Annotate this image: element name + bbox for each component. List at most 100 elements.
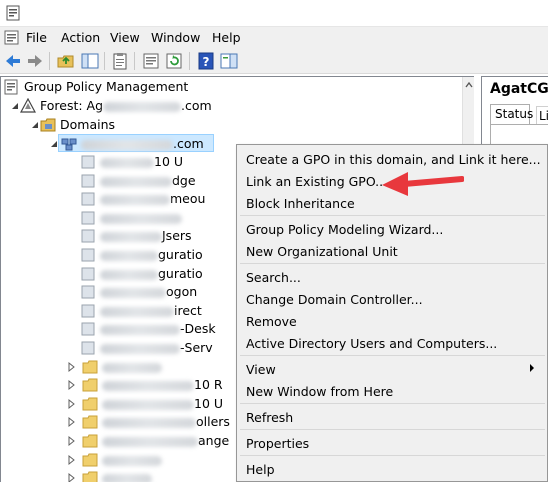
tree-item-label: dge — [172, 173, 196, 188]
tree-item-ou[interactable]: 10 U — [66, 395, 223, 413]
back-arrow-icon[interactable] — [3, 51, 23, 71]
redacted-text — [100, 231, 162, 242]
redacted-text — [102, 473, 152, 482]
redacted-text — [100, 306, 174, 317]
expand-triangle-icon[interactable] — [66, 469, 76, 482]
tree-item-ou[interactable] — [66, 469, 152, 482]
scroll-up-arrow-icon[interactable] — [464, 79, 474, 91]
redacted-text — [81, 139, 173, 150]
tree-item-label: Jsers — [162, 228, 192, 243]
context-menu-item-ad-users-computers[interactable]: Active Directory Users and Computers... — [246, 336, 497, 351]
show-hide-tree-icon[interactable] — [80, 51, 100, 71]
context-menu-item-new-ou[interactable]: New Organizational Unit — [246, 244, 398, 259]
tree-item-gpo-link[interactable]: irect — [80, 302, 202, 320]
context-menu-item-create-gpo-link[interactable]: Create a GPO in this domain, and Link it… — [246, 152, 541, 167]
tree-item-ou[interactable]: ollers — [66, 413, 230, 431]
tree-item-ou[interactable]: ange — [66, 432, 229, 450]
menu-view[interactable]: View — [110, 30, 140, 45]
toolbar-separator — [49, 52, 50, 70]
menu-bar: File Action View Window Help — [0, 26, 548, 48]
collapse-triangle-icon[interactable] — [10, 97, 20, 115]
tree-item-label: 10 U — [194, 396, 224, 411]
tree-item-domains[interactable]: Domains — [30, 116, 115, 134]
tab-linked[interactable]: Li — [536, 106, 548, 124]
tree-item-label: -Serv — [180, 340, 213, 355]
expand-triangle-icon[interactable] — [66, 413, 76, 431]
expand-triangle-icon[interactable] — [66, 432, 76, 450]
svg-text:?: ? — [203, 55, 210, 69]
up-folder-icon[interactable] — [56, 51, 76, 71]
gpo-link-icon — [81, 341, 95, 355]
collapse-triangle-icon[interactable] — [30, 116, 40, 134]
context-menu-item-new-window[interactable]: New Window from Here — [246, 384, 393, 399]
context-menu-item-block-inheritance[interactable]: Block Inheritance — [246, 196, 355, 211]
redacted-text — [102, 417, 196, 428]
gpo-link-icon — [81, 285, 95, 299]
toolbar-separator — [189, 52, 190, 70]
gpo-link-icon — [81, 174, 95, 188]
context-menu-item-help[interactable]: Help — [246, 462, 275, 477]
tree-item-gpo-link[interactable]: guratio — [80, 246, 203, 264]
tree-item-domain-selected[interactable]: .com — [51, 134, 214, 152]
tree-item-label: 10 U — [154, 154, 184, 169]
context-menu-item-view[interactable]: View — [246, 362, 276, 377]
domain-icon — [61, 138, 77, 151]
tree-item-label: 10 R — [194, 377, 223, 392]
show-action-pane-icon[interactable] — [219, 51, 239, 71]
gpo-link-icon — [81, 322, 95, 336]
menu-help[interactable]: Help — [212, 30, 241, 45]
tree-item-ou[interactable] — [66, 451, 162, 469]
context-menu-item-properties[interactable]: Properties — [246, 436, 309, 451]
context-menu-separator — [240, 215, 545, 216]
menu-file[interactable]: File — [26, 30, 47, 45]
context-menu-item-remove[interactable]: Remove — [246, 314, 297, 329]
tree-item-gpo-link[interactable]: -Serv — [80, 339, 213, 357]
redacted-text — [102, 436, 198, 447]
menu-window[interactable]: Window — [151, 30, 200, 45]
redacted-text — [102, 362, 162, 373]
forward-arrow-icon[interactable] — [25, 51, 45, 71]
context-menu-item-link-existing-gpo[interactable]: Link an Existing GPO... — [246, 174, 387, 189]
gpo-link-icon — [81, 192, 95, 206]
collapse-triangle-icon[interactable] — [49, 135, 59, 153]
annotation-arrow-icon — [382, 172, 464, 196]
tree-item-gpo-link[interactable]: guratio — [80, 265, 203, 283]
tree-item-gpo-link[interactable]: meou — [80, 190, 205, 208]
context-menu-item-change-dc[interactable]: Change Domain Controller... — [246, 292, 423, 307]
tree-item-gpo-link[interactable]: Jsers — [80, 227, 192, 245]
properties-sheet-icon[interactable] — [141, 51, 161, 71]
tab-status[interactable]: Status — [490, 104, 533, 124]
domain-label-suffix: .com — [173, 136, 204, 151]
folder-icon — [82, 378, 98, 392]
tree-item-gpo-link[interactable]: -Desk — [80, 320, 216, 338]
tree-item-gpo-link[interactable]: dge — [80, 172, 196, 190]
tree-item-gpo-link[interactable]: 10 U — [80, 153, 183, 171]
tree-item-gpo-link[interactable]: ogon — [80, 283, 197, 301]
context-menu-item-gp-modeling-wizard[interactable]: Group Policy Modeling Wizard... — [246, 222, 443, 237]
tree-item-gpo-link[interactable] — [80, 209, 182, 227]
clipboard-icon[interactable] — [110, 51, 130, 71]
tree-item-label: ollers — [196, 414, 230, 429]
tree-item-forest[interactable]: Forest: Ag .com — [10, 97, 212, 115]
help-icon[interactable]: ? — [196, 51, 216, 71]
menu-action[interactable]: Action — [61, 30, 100, 45]
redacted-text — [103, 101, 182, 112]
redacted-text — [100, 194, 170, 205]
domains-icon — [40, 118, 56, 132]
tree-item-ou[interactable] — [66, 358, 162, 376]
refresh-icon[interactable] — [164, 51, 184, 71]
context-menu-item-refresh[interactable]: Refresh — [246, 410, 293, 425]
console-icon[interactable] — [4, 30, 19, 45]
expand-triangle-icon[interactable] — [66, 451, 76, 469]
expand-triangle-icon[interactable] — [66, 395, 76, 413]
expand-triangle-icon[interactable] — [66, 376, 76, 394]
expand-triangle-icon[interactable] — [66, 358, 76, 376]
tree-item-label: ogon — [166, 284, 198, 299]
tree-item-label: guratio — [158, 247, 203, 262]
redacted-text — [100, 287, 166, 298]
tree-item-gpm-root[interactable]: Group Policy Management — [4, 78, 188, 96]
context-menu-item-search[interactable]: Search... — [246, 270, 301, 285]
toolbar-separator — [134, 52, 135, 70]
tree-item-ou[interactable]: 10 R — [66, 376, 223, 394]
redacted-text — [100, 176, 172, 187]
